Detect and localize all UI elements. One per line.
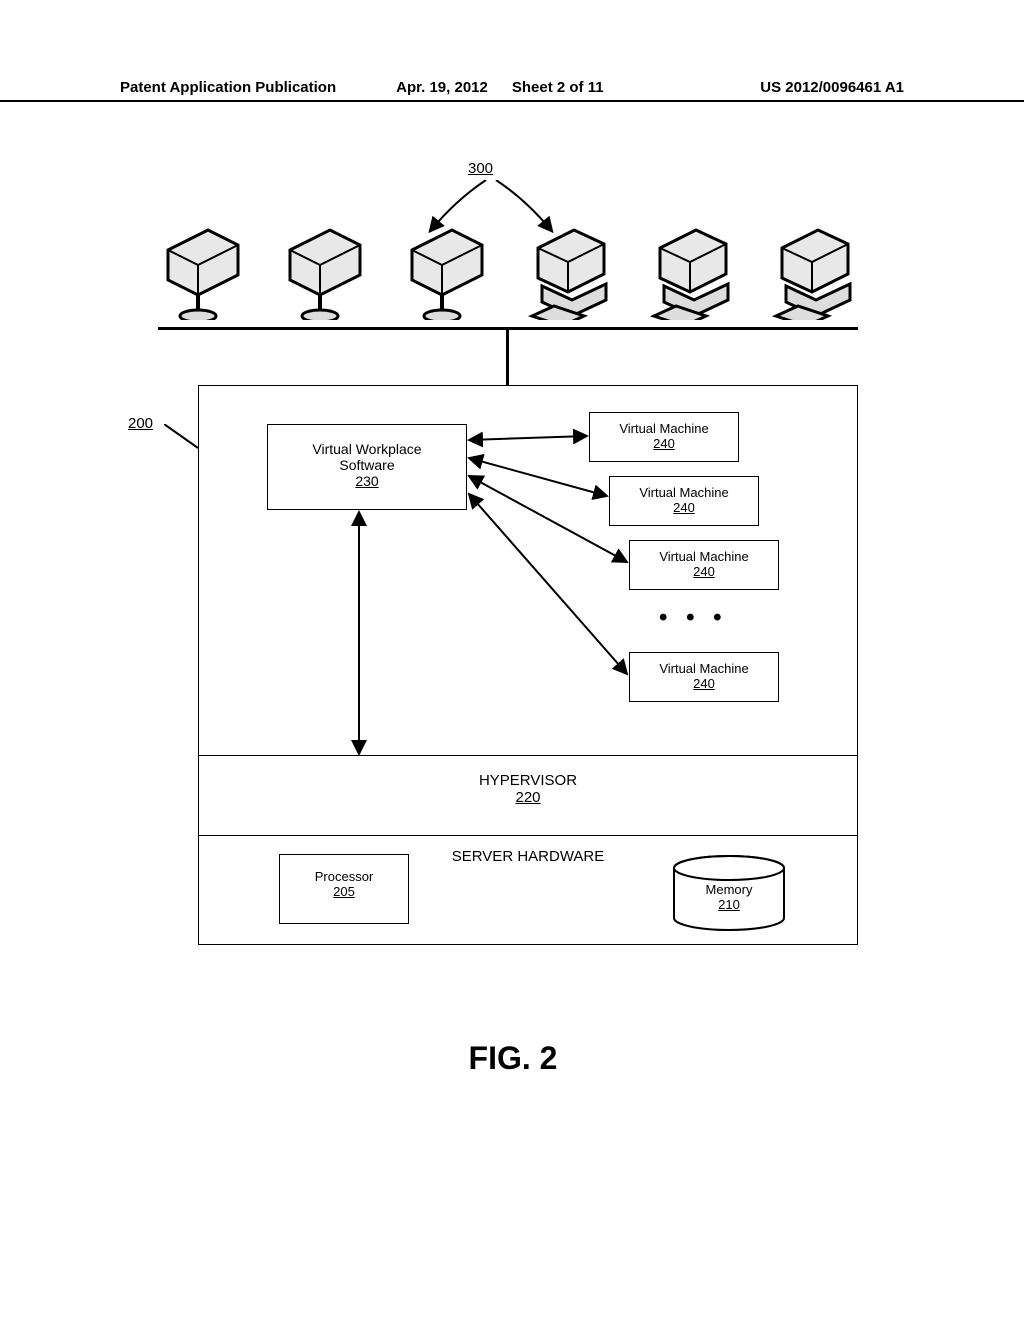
network-stem-line <box>506 330 509 385</box>
page-header: Patent Application Publication Apr. 19, … <box>0 72 1024 102</box>
vm-num: 240 <box>693 676 715 691</box>
diagram-canvas: 300 <box>128 150 898 1140</box>
vm-num: 240 <box>673 500 695 515</box>
hypervisor-num: 220 <box>515 789 540 806</box>
memory-label: Memory <box>706 882 753 897</box>
computer-icon <box>768 220 858 320</box>
software-num: 230 <box>355 473 378 489</box>
memory-cylinder: Memory 210 <box>669 854 789 934</box>
software-line2: Software <box>339 457 394 473</box>
software-vm-layer: Virtual Workplace Software 230 Virtual M… <box>199 386 857 756</box>
ref-200-label: 200 <box>128 415 153 432</box>
vm-label: Virtual Machine <box>619 421 708 436</box>
header-sheet: Sheet 2 of 11 <box>512 79 604 96</box>
clients-group <box>158 210 858 330</box>
server-hardware-layer: SERVER HARDWARE Processor 205 Memory 210 <box>199 836 857 946</box>
virtual-machine-box: Virtual Machine 240 <box>629 540 779 590</box>
processor-num: 205 <box>333 884 355 899</box>
thin-client-icon <box>158 220 248 320</box>
software-line1: Virtual Workplace <box>312 441 421 457</box>
vm-label: Virtual Machine <box>659 661 748 676</box>
vm-num: 240 <box>653 436 675 451</box>
computer-icon <box>646 220 736 320</box>
computer-icon <box>524 220 614 320</box>
vm-num: 240 <box>693 564 715 579</box>
virtual-machine-box: Virtual Machine 240 <box>609 476 759 526</box>
vm-label: Virtual Machine <box>659 549 748 564</box>
memory-num: 210 <box>718 897 740 912</box>
ref-300-label: 300 <box>468 160 493 177</box>
virtual-machine-box: Virtual Machine 240 <box>629 652 779 702</box>
hypervisor-layer: HYPERVISOR 220 <box>199 756 857 836</box>
hypervisor-label: HYPERVISOR <box>479 772 577 789</box>
virtual-workplace-software-box: Virtual Workplace Software 230 <box>267 424 467 510</box>
ellipsis-icon: • • • <box>659 604 728 632</box>
figure-caption: FIG. 2 <box>128 1040 898 1077</box>
vm-label: Virtual Machine <box>639 485 728 500</box>
lead-line-200 <box>164 424 200 450</box>
server-box: Virtual Workplace Software 230 Virtual M… <box>198 385 858 945</box>
processor-box: Processor 205 <box>279 854 409 924</box>
header-date: Apr. 19, 2012 <box>396 79 488 96</box>
thin-client-icon <box>402 220 492 320</box>
virtual-machine-box: Virtual Machine 240 <box>589 412 739 462</box>
processor-label: Processor <box>315 869 374 884</box>
header-docnum: US 2012/0096461 A1 <box>604 79 904 96</box>
thin-client-icon <box>280 220 370 320</box>
header-publication: Patent Application Publication <box>120 79 336 96</box>
